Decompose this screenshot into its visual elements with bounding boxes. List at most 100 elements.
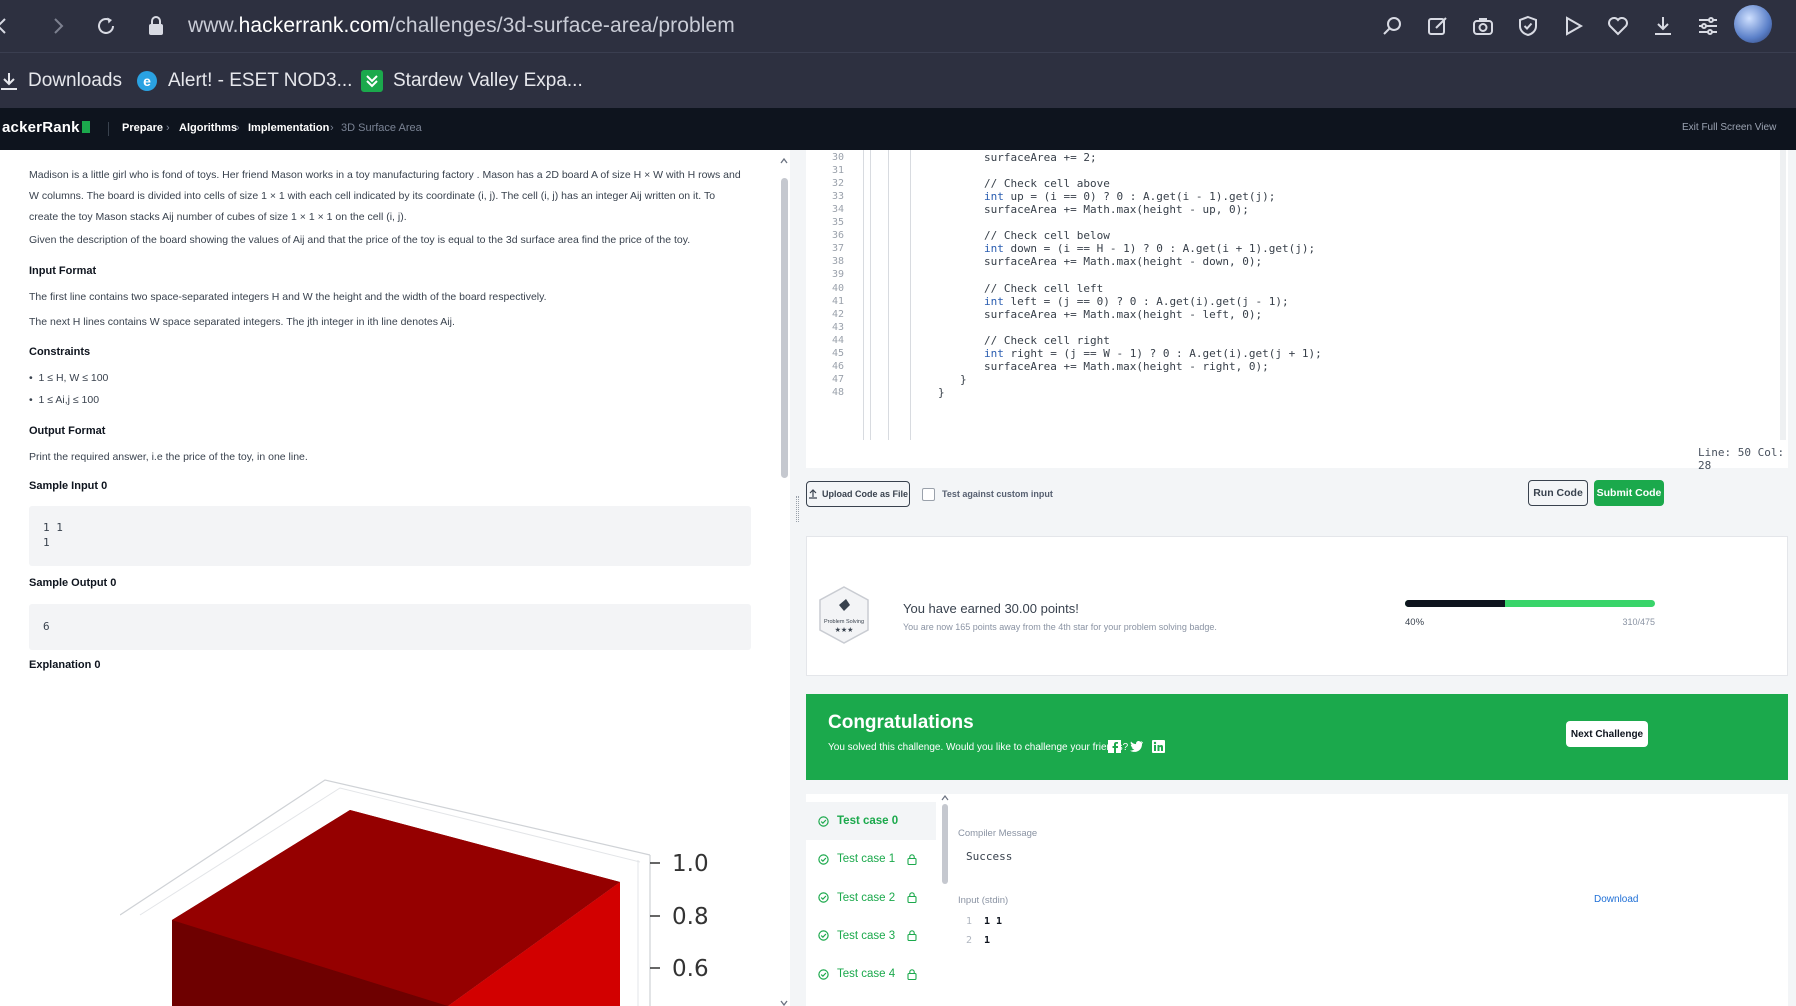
test-case-item[interactable]: Test case 0 <box>806 802 936 840</box>
bookmark-label: Stardew Valley Expa... <box>393 70 583 91</box>
line-number: 34 <box>831 204 844 216</box>
crumb-prepare[interactable]: Prepare <box>122 122 163 134</box>
editor-results-pane: 30 surfaceArea += 2; 31 32 // Check cell abo… <box>790 150 1796 1006</box>
download-icon <box>0 71 18 91</box>
code-text: down = (i == H - 1) ? 0 : A.get(i + 1).g… <box>1003 242 1316 256</box>
crumb-separator: › <box>166 122 170 134</box>
check-circle-icon <box>818 930 829 942</box>
crumb-separator: › <box>330 122 334 134</box>
browser-toolbar: www.hackerrank.com/challenges/3d-surface… <box>0 0 1796 52</box>
heart-icon[interactable] <box>1603 11 1633 41</box>
indent-guide <box>870 150 871 440</box>
pane-resize-handle[interactable] <box>796 496 799 522</box>
bookmark-downloads[interactable]: Downloads <box>0 67 122 95</box>
scroll-up-icon[interactable] <box>779 156 789 166</box>
lock-icon <box>907 854 917 865</box>
code-keyword: int <box>984 294 1004 308</box>
code-line: surfaceArea += Math.max(height - up, 0); <box>984 203 1249 217</box>
code-line: int down = (i == H - 1) ? 0 : A.get(i + … <box>984 242 1315 255</box>
code-line: int right = (j == W - 1) ? 0 : A.get(i).… <box>984 347 1322 360</box>
line-number: 39 <box>831 269 844 281</box>
crumb-algorithms[interactable]: Algorithms <box>179 122 237 134</box>
constraints-heading: Constraints <box>29 346 91 358</box>
line-number: 42 <box>831 308 844 320</box>
scroll-down-icon[interactable] <box>779 998 789 1006</box>
explanation-cube-figure: 1.0 0.8 0.6 <box>120 779 709 1006</box>
camera-icon[interactable] <box>1468 11 1498 41</box>
reload-icon[interactable] <box>90 10 122 42</box>
line-number: 47 <box>831 373 844 385</box>
custom-input-checkbox[interactable] <box>922 488 935 501</box>
profile-avatar[interactable] <box>1734 5 1772 43</box>
compiler-message-label: Compiler Message <box>958 828 1038 839</box>
check-circle-icon <box>818 892 829 903</box>
forward-icon[interactable] <box>42 10 74 42</box>
code-line: int left = (j == 0) ? 0 : A.get(i).get(j… <box>984 295 1289 308</box>
congrats-title: Congratulations <box>828 712 974 733</box>
crumb-current: 3D Surface Area <box>341 122 422 134</box>
scroll-up-icon[interactable] <box>940 794 950 802</box>
code-editor[interactable]: 30 surfaceArea += 2; 31 32 // Check cell abo… <box>806 150 1788 472</box>
line-number: 35 <box>831 217 844 229</box>
hackerrank-logo[interactable]: ackerRank <box>2 119 90 136</box>
next-challenge-button[interactable]: Next Challenge <box>1566 721 1648 747</box>
line-number: 45 <box>831 347 844 359</box>
line-number: 43 <box>831 321 844 333</box>
crumb-separator: › <box>236 122 240 134</box>
crumb-implementation[interactable]: Implementation <box>248 122 329 134</box>
scrollbar-thumb[interactable] <box>781 178 788 478</box>
code-text: right = (j == W - 1) ? 0 : A.get(i).get(… <box>1003 346 1322 360</box>
axis-tick-label: 0.8 <box>672 904 709 930</box>
problem-statement-pane: Madison is a little girl who is fond of … <box>0 150 790 1006</box>
explanation-heading: Explanation 0 <box>29 659 101 671</box>
problem-solving-badge-icon: Problem Solving ★★★ <box>819 586 869 644</box>
twitter-icon[interactable] <box>1130 740 1144 753</box>
bookmark-stardew[interactable]: Stardew Valley Expa... <box>361 67 583 95</box>
input-stdin-label: Input (stdin) <box>958 895 1009 906</box>
search-icon[interactable] <box>1378 11 1408 41</box>
stardew-icon <box>361 70 383 92</box>
problem-scrollbar[interactable] <box>779 157 789 1006</box>
badge-progress-bar <box>1405 600 1655 607</box>
check-circle-icon <box>818 968 829 980</box>
badge-progress-fill <box>1405 600 1505 607</box>
play-icon[interactable] <box>1558 11 1588 41</box>
upload-code-button[interactable]: Upload Code as File <box>806 481 910 507</box>
run-code-button[interactable]: Run Code <box>1528 480 1588 506</box>
svg-text:★★★: ★★★ <box>835 626 854 634</box>
bookmark-eset-alert[interactable]: e Alert! - ESET NOD3... <box>136 67 352 95</box>
address-bar[interactable]: www.hackerrank.com/challenges/3d-surface… <box>148 6 1348 46</box>
divider <box>108 122 109 136</box>
test-case-item[interactable]: Test case 1 <box>806 840 936 878</box>
editor-scrollbar[interactable] <box>1780 150 1786 440</box>
submit-code-button[interactable]: Submit Code <box>1594 480 1664 506</box>
constraint-item-1: • 1 ≤ H, W ≤ 100 <box>29 372 109 384</box>
input-format-heading: Input Format <box>29 265 97 277</box>
settings-sliders-icon[interactable] <box>1693 11 1723 41</box>
stdin-row: 21 <box>966 935 991 946</box>
code-line: surfaceArea += 2; <box>984 151 1097 164</box>
shield-icon[interactable] <box>1513 11 1543 41</box>
exit-fullscreen-link[interactable]: Exit Full Screen View <box>1682 122 1776 133</box>
download-input-link[interactable]: Download <box>1594 894 1638 905</box>
test-case-item[interactable]: Test case 4 <box>806 955 936 993</box>
test-case-item[interactable]: Test case 3 <box>806 917 936 955</box>
facebook-icon[interactable] <box>1108 740 1121 753</box>
test-case-item[interactable]: Test case 2 <box>806 879 936 917</box>
code-comment: // Check cell right <box>984 333 1110 347</box>
input-format-line-2: The next H lines contains W space separa… <box>29 316 455 328</box>
congrats-subtitle: You solved this challenge. Would you lik… <box>828 742 1129 753</box>
indent-guide <box>863 150 864 440</box>
edit-icon[interactable] <box>1423 11 1453 41</box>
test-list-scrollbar[interactable] <box>942 804 948 884</box>
test-case-label: Test case 2 <box>837 891 896 904</box>
problem-paragraph-2: Given the description of the board showi… <box>29 234 691 246</box>
code-line: surfaceArea += Math.max(height - right, … <box>984 359 1269 373</box>
download-icon[interactable] <box>1648 11 1678 41</box>
linkedin-icon[interactable] <box>1152 740 1165 753</box>
back-icon[interactable] <box>0 10 18 42</box>
check-circle-icon <box>818 815 829 827</box>
line-number: 37 <box>831 243 844 255</box>
indent-guide <box>910 150 911 440</box>
code-line: surfaceArea += Math.max(height - left, 0… <box>984 307 1263 321</box>
